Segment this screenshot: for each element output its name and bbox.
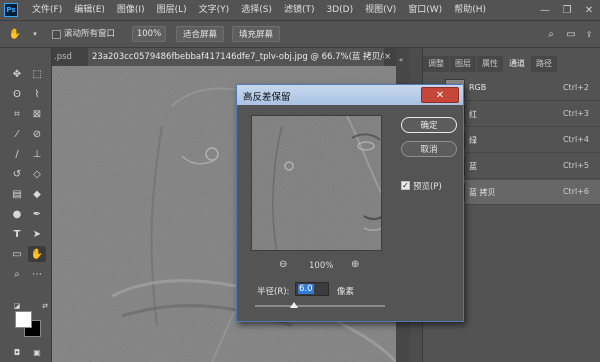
channel-shortcut: Ctrl+6	[562, 187, 589, 196]
brush-tool-icon[interactable]: ∕	[8, 146, 26, 162]
marquee-tool-icon[interactable]: ⬚	[28, 66, 46, 82]
menu-item[interactable]: 图像(I)	[111, 0, 151, 20]
lasso-tool-icon[interactable]: ʘ	[8, 86, 26, 102]
ok-button[interactable]: 确定	[401, 117, 457, 133]
eraser-tool-icon[interactable]: ◇	[28, 166, 46, 182]
tab-layers[interactable]: 图层	[450, 56, 476, 72]
radius-value: 6.0	[298, 284, 314, 294]
rectangle-tool-icon[interactable]: ▭	[8, 246, 26, 262]
pen-tool-icon[interactable]: ✒	[28, 206, 46, 222]
dodge-tool-icon[interactable]: ●	[8, 206, 26, 222]
menu-items: 文件(F) 编辑(E) 图像(I) 图层(L) 文字(Y) 选择(S) 滤镜(T) 3D(D)…	[26, 0, 492, 20]
menu-item[interactable]: 图层(L)	[151, 0, 193, 20]
high-pass-dialog: 高反差保留 ✕ 确定 取消 ✓ 预览(P) ⊖ 100% ⊕ 半径(R): 6.…	[236, 84, 464, 322]
chevron-down-icon[interactable]: ▾	[26, 26, 44, 42]
tab-paths[interactable]: 路径	[531, 56, 557, 72]
preview-checkbox[interactable]: ✓	[401, 181, 410, 190]
screen-mode-icon[interactable]: ▣	[28, 344, 46, 360]
quick-select-tool-icon[interactable]: ⌇	[28, 86, 46, 102]
menu-item[interactable]: 文件(F)	[26, 0, 68, 20]
window-controls: — ❐ ✕	[534, 0, 600, 20]
move-tool-icon[interactable]: ✥	[8, 66, 26, 82]
panel-tabs: 调整 图层 属性 通道 路径	[423, 56, 600, 72]
scroll-all-windows-label: 滚动所有窗口	[64, 29, 116, 39]
spot-healing-tool-icon[interactable]: ⊘	[28, 126, 46, 142]
blur-tool-icon[interactable]: ◆	[28, 186, 46, 202]
radius-input[interactable]: 6.0	[295, 282, 329, 296]
dialog-titlebar[interactable]: 高反差保留 ✕	[237, 85, 463, 105]
frame-tool-icon[interactable]: ⊠	[28, 106, 46, 122]
channel-shortcut: Ctrl+4	[562, 135, 589, 144]
menu-item[interactable]: 窗口(W)	[402, 0, 448, 20]
menu-item[interactable]: 编辑(E)	[68, 0, 111, 20]
preview-zoom-level: 100%	[309, 261, 334, 271]
radius-slider[interactable]	[255, 302, 385, 308]
more-tools-icon[interactable]: ⋯	[28, 266, 46, 282]
zoom-100-button[interactable]: 100%	[132, 26, 166, 42]
share-icon[interactable]: ⇪	[580, 26, 598, 42]
zoom-out-icon[interactable]: ⊖	[279, 259, 287, 270]
menu-item[interactable]: 帮助(H)	[448, 0, 492, 20]
history-brush-tool-icon[interactable]: ↺	[8, 166, 26, 182]
tab-channels[interactable]: 通道	[504, 56, 530, 72]
channel-name: 红	[469, 110, 477, 119]
tools-panel: ✥ ⬚ ʘ ⌇ ⌗ ⊠ ⁄ ⊘ ∕ ⊥ ↺ ◇ ▤ ◆ ● ✒ T ➤ ▭ ✋ …	[0, 48, 52, 362]
menu-item[interactable]: 滤镜(T)	[278, 0, 321, 20]
radius-slider-thumb[interactable]	[290, 302, 298, 308]
document-tab-bar: .psd 23a203cc0579486fbebbaf417146dfe7_tp…	[52, 48, 396, 66]
tab-adjustments[interactable]: 调整	[423, 56, 449, 72]
scroll-all-windows-checkbox[interactable]	[52, 30, 61, 39]
cancel-button[interactable]: 取消	[401, 141, 457, 157]
filter-preview[interactable]	[251, 115, 382, 251]
radius-label: 半径(R):	[257, 287, 290, 297]
path-selection-tool-icon[interactable]: ➤	[28, 226, 46, 242]
menu-item[interactable]: 3D(D)	[320, 0, 359, 20]
menu-bar: Ps 文件(F) 编辑(E) 图像(I) 图层(L) 文字(Y) 选择(S) 滤镜(T) 3D…	[0, 0, 600, 20]
workspace-icon[interactable]: ▭	[562, 26, 580, 42]
channel-shortcut: Ctrl+2	[562, 83, 589, 92]
crop-tool-icon[interactable]: ⌗	[8, 106, 26, 122]
channel-name: 蓝	[469, 162, 477, 171]
clone-stamp-tool-icon[interactable]: ⊥	[28, 146, 46, 162]
maximize-button[interactable]: ❐	[556, 0, 578, 20]
dialog-close-button[interactable]: ✕	[421, 87, 459, 103]
eyedropper-tool-icon[interactable]: ⁄	[8, 126, 26, 142]
tab-properties[interactable]: 属性	[477, 56, 503, 72]
gradient-tool-icon[interactable]: ▤	[8, 186, 26, 202]
channel-name: 蓝 拷贝	[469, 188, 496, 197]
search-icon[interactable]: ⌕	[542, 26, 560, 42]
menu-item[interactable]: 选择(S)	[235, 0, 278, 20]
type-tool-icon[interactable]: T	[8, 226, 26, 242]
fit-screen-button[interactable]: 适合屏幕	[176, 26, 224, 42]
channel-name: RGB	[469, 83, 487, 92]
preview-image	[252, 116, 381, 250]
zoom-tool-icon[interactable]: ⌕	[8, 266, 26, 282]
channel-shortcut: Ctrl+5	[562, 161, 589, 170]
close-window-button[interactable]: ✕	[578, 0, 600, 20]
collapse-panels-icon[interactable]: «	[394, 52, 408, 68]
fill-screen-button[interactable]: 填充屏幕	[232, 26, 280, 42]
tab-active-document[interactable]: 23a203cc0579486fbebbaf417146dfe7_tplv-ob…	[88, 48, 384, 66]
foreground-color-swatch[interactable]	[15, 311, 32, 328]
dialog-body: 确定 取消 ✓ 预览(P) ⊖ 100% ⊕ 半径(R): 6.0 像素	[237, 105, 463, 321]
hand-tool-icon[interactable]: ✋	[28, 246, 46, 262]
hand-tool-preset-icon[interactable]: ✋	[6, 26, 24, 42]
preview-checkbox-label: 预览(P)	[413, 182, 442, 192]
zoom-in-icon[interactable]: ⊕	[351, 259, 359, 270]
dialog-title: 高反差保留	[243, 92, 291, 103]
minimize-button[interactable]: —	[534, 0, 556, 20]
menu-item[interactable]: 视图(V)	[359, 0, 402, 20]
quick-mask-icon[interactable]: ◘	[8, 344, 26, 360]
photoshop-logo: Ps	[4, 3, 18, 17]
menu-item[interactable]: 文字(Y)	[193, 0, 236, 20]
channel-shortcut: Ctrl+3	[562, 109, 589, 118]
channel-name: 绿	[469, 136, 477, 145]
options-bar: ✋ ▾ 滚动所有窗口 100% 适合屏幕 填充屏幕 ⌕ ▭ ⇪	[0, 20, 600, 48]
tab-previous-document[interactable]: .psd	[52, 48, 86, 66]
radius-unit-label: 像素	[337, 287, 355, 297]
